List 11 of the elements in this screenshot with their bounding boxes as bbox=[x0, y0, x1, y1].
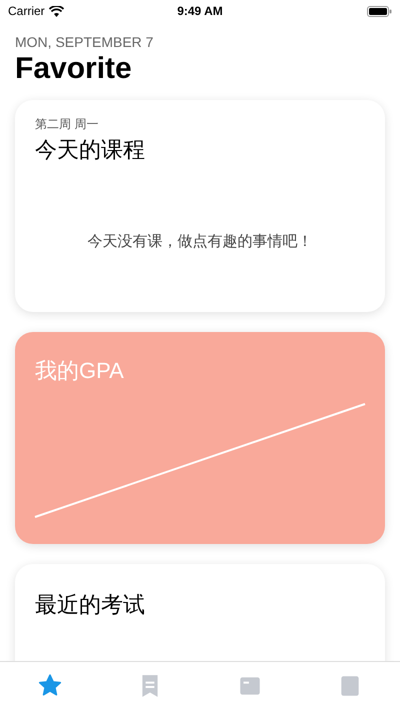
carrier-label: Carrier bbox=[8, 4, 45, 18]
page-title: Favorite bbox=[15, 52, 132, 86]
card-title: 今天的课程 bbox=[35, 136, 145, 164]
battery-icon bbox=[367, 6, 392, 16]
clock-time: 9:49 AM bbox=[176, 4, 224, 18]
week-label: 第二周 周一 bbox=[35, 116, 98, 133]
date-label: MON, SEPTEMBER 7 bbox=[15, 34, 154, 50]
card-title: 我的GPA bbox=[35, 357, 124, 385]
empty-message: 今天没有课，做点有趣的事情吧！ bbox=[88, 232, 312, 251]
wifi-icon bbox=[48, 6, 64, 16]
card-title: 最近的考试 bbox=[35, 591, 145, 619]
